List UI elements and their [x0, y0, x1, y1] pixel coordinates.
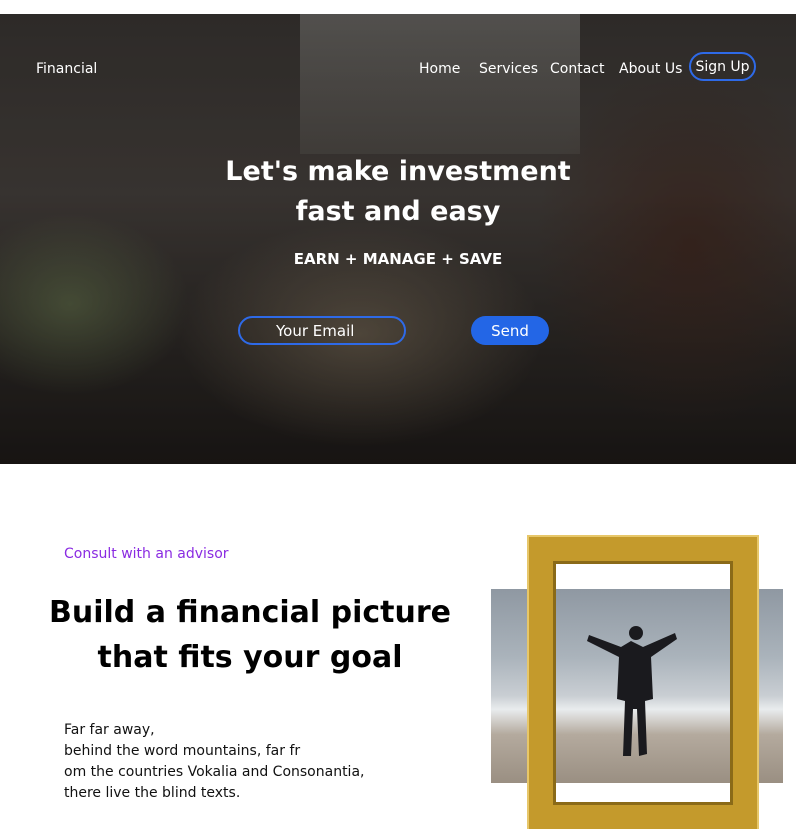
body-line: om the countries Vokalia and Consonantia…	[64, 764, 365, 780]
body-line: Far far away,	[64, 722, 155, 738]
hero-section: Financial Home Services Contact About Us…	[0, 14, 796, 464]
section-title-line2: that fits your goal	[97, 640, 403, 675]
hero-overlay	[0, 14, 796, 464]
section-body: Far far away, behind the word mountains,…	[64, 720, 404, 804]
email-input[interactable]	[238, 316, 406, 345]
body-line: behind the word mountains, far fr	[64, 743, 301, 759]
hero-headline: Let's make investment fast and easy	[220, 152, 576, 232]
section-title: Build a financial picture that fits your…	[40, 590, 460, 680]
signup-button[interactable]: Sign Up	[689, 52, 756, 81]
nav-links: Home Services Contact About Us	[0, 61, 796, 81]
send-button[interactable]: Send	[471, 316, 549, 345]
nav-link-home[interactable]: Home	[419, 61, 460, 77]
gold-picture-frame	[529, 537, 757, 829]
section-kicker: Consult with an advisor	[64, 546, 229, 562]
hero-tagline: EARN + MANAGE + SAVE	[293, 250, 503, 268]
nav-link-contact[interactable]: Contact	[550, 61, 604, 77]
nav-link-about-us[interactable]: About Us	[619, 61, 682, 77]
nav-link-services[interactable]: Services	[479, 61, 538, 77]
hero-headline-line2: fast and easy	[295, 196, 501, 227]
body-line: there live the blind texts.	[64, 785, 241, 801]
section-title-line1: Build a financial picture	[48, 595, 451, 630]
hero-headline-line1: Let's make investment	[225, 156, 571, 187]
